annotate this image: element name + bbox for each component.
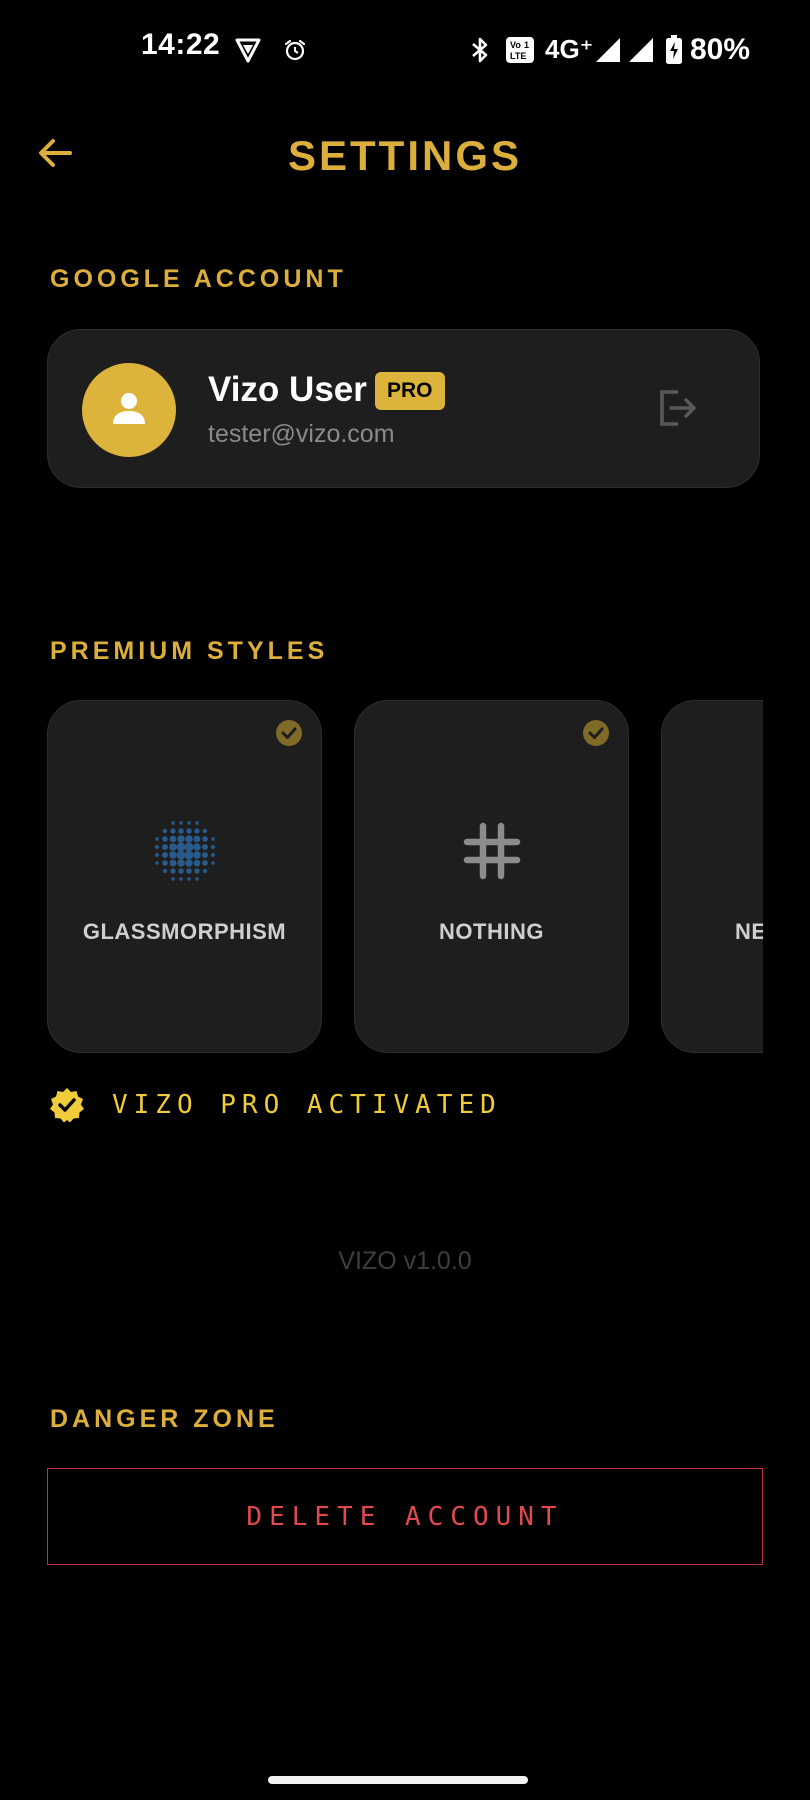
- person-icon: [111, 391, 147, 430]
- pro-badge: PRO: [375, 372, 445, 410]
- section-label-google-account: GOOGLE ACCOUNT: [50, 265, 347, 293]
- check-circle-icon: [275, 719, 303, 747]
- svg-text:1: 1: [524, 40, 529, 50]
- section-label-danger-zone: DANGER ZONE: [50, 1405, 279, 1433]
- check-circle-icon: [582, 719, 610, 747]
- bluetooth-icon: [468, 36, 492, 64]
- user-name: Vizo User: [208, 370, 367, 409]
- delete-account-label: DELETE ACCOUNT: [246, 1501, 564, 1532]
- home-indicator[interactable]: [268, 1776, 528, 1784]
- verified-badge-icon: [49, 1087, 85, 1123]
- logout-icon: [658, 388, 698, 433]
- avatar: [82, 363, 176, 457]
- volte-icon: Vo 1 LTE: [504, 36, 536, 64]
- style-label: NE: [735, 919, 763, 944]
- svg-text:Vo: Vo: [510, 40, 521, 50]
- page-title: SETTINGS: [287, 132, 523, 179]
- logout-button[interactable]: [653, 385, 703, 435]
- section-label-premium-styles: PREMIUM STYLES: [50, 637, 329, 665]
- app-version: VIZO v1.0.0: [338, 1247, 472, 1275]
- delete-account-button[interactable]: DELETE ACCOUNT: [47, 1468, 763, 1565]
- style-card-nothing[interactable]: NOTHING: [354, 700, 629, 1053]
- battery-charging-icon: [664, 35, 684, 64]
- dot-grid-icon: [48, 816, 321, 886]
- signal-icon: [594, 36, 622, 64]
- alarm-icon: [282, 36, 308, 64]
- account-card: Vizo User PRO tester@vizo.com: [47, 329, 760, 488]
- battery-level: 80%: [690, 33, 751, 66]
- status-time: 14:22: [141, 28, 221, 61]
- signal-icon: [627, 36, 655, 64]
- status-bar: 14:22 Vo 1 LTE 4G⁺ 80%: [0, 0, 810, 100]
- style-label: GLASSMORPHISM: [82, 919, 287, 944]
- network-type: 4G⁺: [545, 34, 594, 64]
- vpn-shield-icon: [234, 36, 262, 64]
- svg-text:LTE: LTE: [510, 51, 526, 61]
- pro-status-text: VIZO PRO ACTIVATED: [112, 1090, 502, 1120]
- style-card-glassmorphism[interactable]: GLASSMORPHISM: [47, 700, 322, 1053]
- user-email: tester@vizo.com: [208, 420, 395, 448]
- hash-icon: [355, 816, 628, 886]
- style-carousel[interactable]: GLASSMORPHISM NOTHING NE: [47, 700, 763, 1055]
- style-label: NOTHING: [439, 919, 544, 944]
- style-card-ne[interactable]: NE: [661, 700, 763, 1053]
